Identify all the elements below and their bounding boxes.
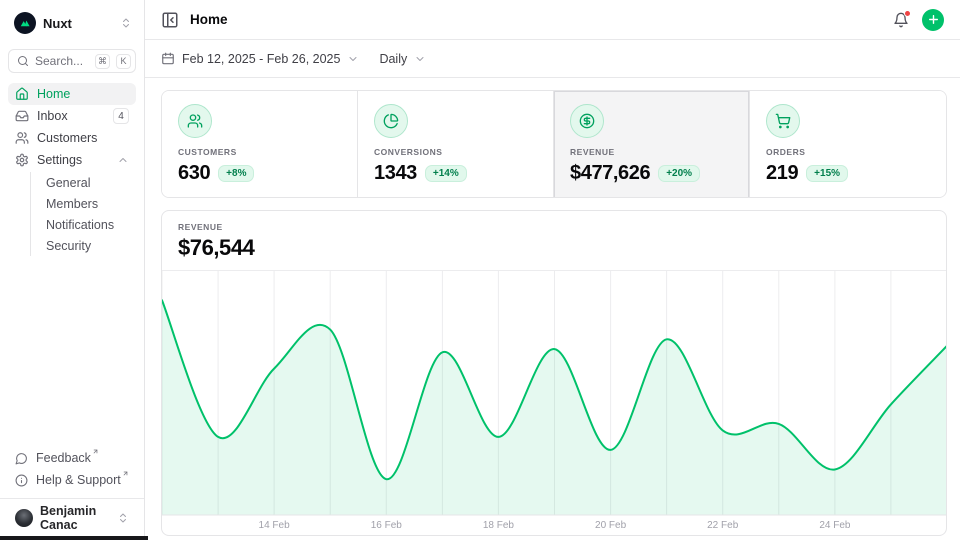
home-icon xyxy=(15,87,29,101)
inbox-count-badge: 4 xyxy=(113,108,129,124)
help-support-label: Help & Support xyxy=(36,473,121,487)
notification-dot xyxy=(904,10,911,17)
page-header: Home xyxy=(145,0,960,40)
svg-text:24 Feb: 24 Feb xyxy=(819,520,851,531)
stat-value: 219 xyxy=(766,162,798,185)
chart-header: Revenue $76,544 xyxy=(162,211,946,271)
sidebar-item-general[interactable]: General xyxy=(46,172,136,193)
arrow-up-right-icon xyxy=(122,470,129,477)
info-circle-icon xyxy=(15,474,28,487)
pie-chart-icon xyxy=(383,113,399,129)
stat-value: $477,626 xyxy=(570,162,650,185)
revenue-chart-card: Revenue $76,544 14 Feb 16 Feb 18 Feb 20 Feb… xyxy=(161,210,947,536)
sidebar-item-label: Customers xyxy=(37,131,97,145)
svg-text:18 Feb: 18 Feb xyxy=(483,520,515,531)
stat-label: Revenue xyxy=(570,147,733,157)
granularity-select[interactable]: Daily xyxy=(379,52,426,66)
stat-label: Conversions xyxy=(374,147,537,157)
arrow-up-right-icon xyxy=(92,448,99,455)
sidebar-item-security[interactable]: Security xyxy=(46,235,136,256)
cart-icon xyxy=(775,113,791,129)
help-support-link[interactable]: Help & Support xyxy=(8,469,136,491)
stat-value: 1343 xyxy=(374,162,417,185)
workspace-name: Nuxt xyxy=(43,16,72,31)
search-placeholder: Search... xyxy=(35,54,89,68)
chevrons-up-down-icon xyxy=(120,17,132,29)
revenue-area-chart[interactable]: 14 Feb 16 Feb 18 Feb 20 Feb 22 Feb 24 Feb xyxy=(162,271,946,536)
stat-delta-badge: +14% xyxy=(425,165,467,182)
stat-value: 630 xyxy=(178,162,210,185)
chevron-up-icon xyxy=(117,154,129,166)
sidebar-toggle-button[interactable] xyxy=(161,11,179,29)
chart-value: $76,544 xyxy=(178,235,930,261)
svg-text:22 Feb: 22 Feb xyxy=(707,520,739,531)
app-window: Nuxt Search... ⌘ K Home Inbox 4 Customer… xyxy=(0,0,960,540)
settings-submenu: General Members Notifications Security xyxy=(30,172,136,256)
stat-label: Customers xyxy=(178,147,341,157)
user-menu[interactable]: Benjamin Canac xyxy=(8,506,136,532)
nuxt-logo-icon xyxy=(14,12,36,34)
dollar-circle-icon xyxy=(579,113,595,129)
stat-delta-badge: +8% xyxy=(218,165,254,182)
stat-card-orders[interactable]: Orders 219 +15% xyxy=(750,91,946,198)
page-title: Home xyxy=(190,12,228,27)
sidebar-item-members[interactable]: Members xyxy=(46,193,136,214)
sidebar-item-notifications[interactable]: Notifications xyxy=(46,214,136,235)
sidebar-item-home[interactable]: Home xyxy=(8,83,136,105)
users-icon xyxy=(15,131,29,145)
sidebar: Nuxt Search... ⌘ K Home Inbox 4 Customer… xyxy=(0,0,145,540)
kbd-meta: ⌘ xyxy=(95,54,110,69)
divider xyxy=(0,498,144,499)
search-icon xyxy=(17,55,29,67)
chevrons-up-down-icon xyxy=(117,512,129,524)
calendar-icon xyxy=(161,52,175,66)
stat-delta-badge: +20% xyxy=(658,165,700,182)
users-icon xyxy=(187,113,203,129)
svg-text:14 Feb: 14 Feb xyxy=(259,520,291,531)
stat-delta-badge: +15% xyxy=(806,165,848,182)
feedback-label: Feedback xyxy=(36,451,91,465)
granularity-label: Daily xyxy=(379,52,407,66)
gear-icon xyxy=(15,153,29,167)
chevron-down-icon xyxy=(414,53,426,65)
date-range-label: Feb 12, 2025 - Feb 26, 2025 xyxy=(182,52,340,66)
svg-text:16 Feb: 16 Feb xyxy=(371,520,403,531)
stats-row: Customers 630 +8% Conversions 1343 +14% Re… xyxy=(161,90,947,198)
user-name: Benjamin Canac xyxy=(40,504,110,532)
sidebar-item-label: Home xyxy=(37,87,70,101)
sidebar-item-settings[interactable]: Settings xyxy=(8,149,136,171)
stat-label: Orders xyxy=(766,147,930,157)
chat-bubble-icon xyxy=(15,452,28,465)
dashboard-content: Customers 630 +8% Conversions 1343 +14% Re… xyxy=(145,78,960,540)
svg-text:20 Feb: 20 Feb xyxy=(595,520,627,531)
sidebar-nav: Home Inbox 4 Customers Settings General … xyxy=(8,83,136,258)
sidebar-item-customers[interactable]: Customers xyxy=(8,127,136,149)
sidebar-item-label: Settings xyxy=(37,153,82,167)
sidebar-item-label: Inbox xyxy=(37,109,68,123)
sidebar-item-inbox[interactable]: Inbox 4 xyxy=(8,105,136,127)
chart-canvas[interactable]: 14 Feb 16 Feb 18 Feb 20 Feb 22 Feb 24 Feb xyxy=(162,271,947,532)
notifications-button[interactable] xyxy=(893,12,909,28)
chevron-down-icon xyxy=(347,53,359,65)
stat-card-conversions[interactable]: Conversions 1343 +14% xyxy=(358,91,554,198)
search-input[interactable]: Search... ⌘ K xyxy=(8,49,136,73)
plus-icon xyxy=(927,13,940,26)
feedback-link[interactable]: Feedback xyxy=(8,447,136,469)
chart-title: Revenue xyxy=(178,222,930,232)
bottom-strip xyxy=(0,536,148,540)
stat-card-revenue[interactable]: Revenue $477,626 +20% xyxy=(554,91,750,198)
avatar xyxy=(15,509,33,527)
add-button[interactable] xyxy=(922,9,944,31)
date-range-picker[interactable]: Feb 12, 2025 - Feb 26, 2025 xyxy=(161,52,359,66)
kbd-k: K xyxy=(116,54,131,69)
stat-card-customers[interactable]: Customers 630 +8% xyxy=(162,91,358,198)
filters-toolbar: Feb 12, 2025 - Feb 26, 2025 Daily xyxy=(145,40,960,78)
main-area: Home Feb 12, 2025 - Feb 26, 2025 Daily xyxy=(145,0,960,540)
workspace-selector[interactable]: Nuxt xyxy=(8,8,136,36)
sidebar-footer: Feedback Help & Support Benjamin Canac xyxy=(8,447,136,532)
inbox-icon xyxy=(15,109,29,123)
